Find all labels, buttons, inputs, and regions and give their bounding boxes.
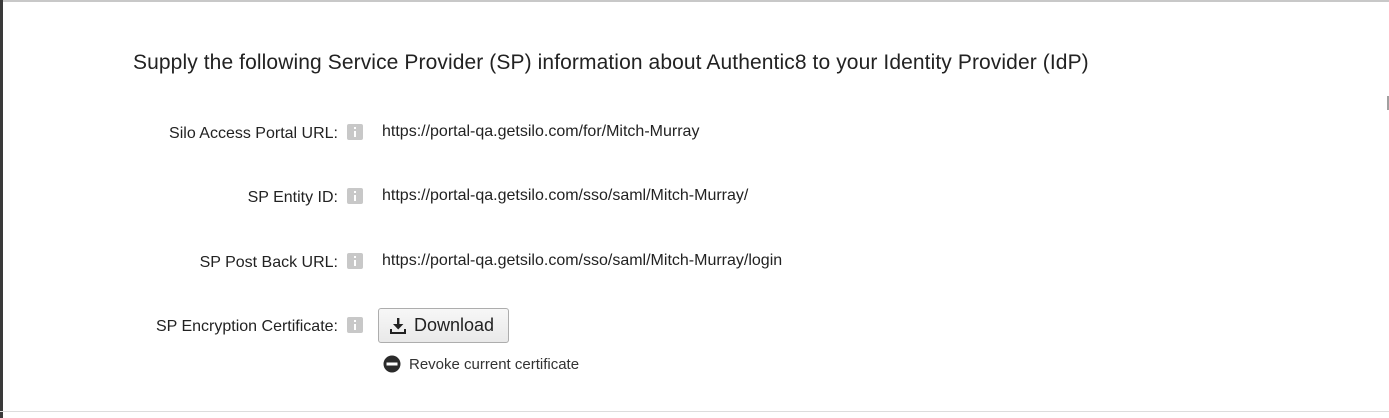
field-row-encryption-certificate: SP Encryption Certificate: Download — [0, 308, 1389, 343]
field-row-post-back-url: SP Post Back URL: https://portal-qa.gets… — [0, 250, 1389, 278]
field-label: SP Post Back URL: — [199, 254, 338, 271]
download-icon — [389, 317, 407, 335]
field-value: https://portal-qa.getsilo.com/sso/saml/M… — [382, 187, 749, 204]
info-icon[interactable] — [347, 188, 363, 204]
field-label: SP Entity ID: — [247, 189, 338, 206]
field-value: https://portal-qa.getsilo.com/for/Mitch-… — [382, 123, 700, 140]
revoke-certificate-label: Revoke current certificate — [409, 355, 580, 373]
top-divider — [0, 0, 1389, 2]
section-heading: Supply the following Service Provider (S… — [133, 51, 1089, 74]
field-row-portal-url: Silo Access Portal URL: https://portal-q… — [0, 121, 1389, 149]
sp-information-panel: Supply the following Service Provider (S… — [0, 0, 1389, 418]
field-row-entity-id: SP Entity ID: https://portal-qa.getsilo.… — [0, 185, 1389, 213]
revoke-certificate-link[interactable]: Revoke current certificate — [383, 354, 579, 374]
info-icon[interactable] — [347, 253, 363, 269]
bottom-divider — [0, 411, 1389, 412]
field-label: Silo Access Portal URL: — [169, 125, 338, 142]
field-value: https://portal-qa.getsilo.com/sso/saml/M… — [382, 252, 783, 269]
info-icon[interactable] — [347, 317, 363, 333]
download-certificate-button[interactable]: Download — [378, 308, 509, 343]
field-label: SP Encryption Certificate: — [155, 318, 338, 335]
download-button-label: Download — [414, 315, 495, 335]
info-icon[interactable] — [347, 124, 363, 140]
minus-circle-icon — [383, 355, 401, 373]
